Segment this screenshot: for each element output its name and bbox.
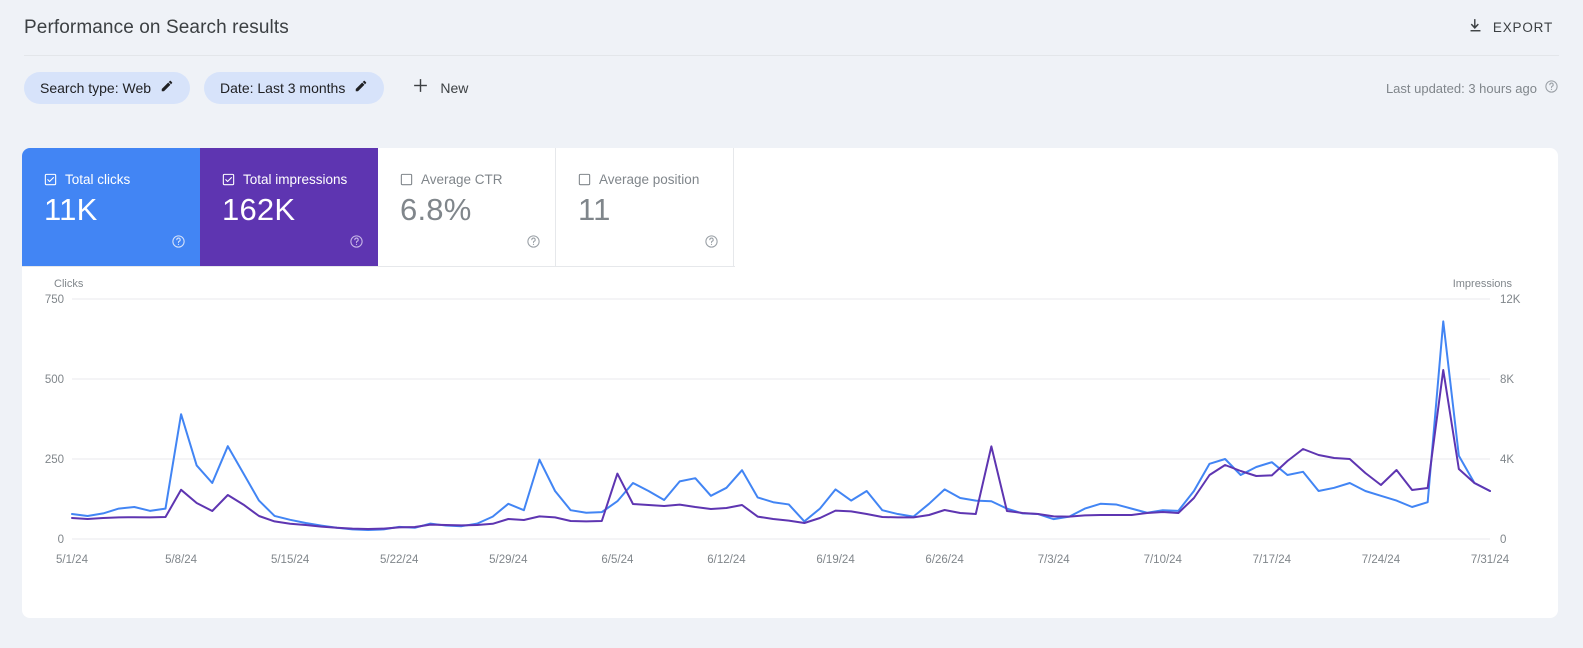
metric-tile-average-position[interactable]: Average position 11: [556, 148, 734, 266]
performance-page: Performance on Search results EXPORT Sea…: [0, 0, 1583, 648]
chart-svg: Clicks Impressions 0 0 250 4K 500 8K 750 12K 5/1/2…: [45, 278, 1521, 566]
pencil-icon[interactable]: [160, 79, 174, 98]
plus-icon: [412, 77, 429, 99]
filter-chip-search-type[interactable]: Search type: Web: [24, 72, 191, 104]
svg-text:0: 0: [58, 534, 64, 546]
svg-text:5/8/24: 5/8/24: [165, 554, 198, 566]
filter-bar: Search type: Web Date: Last 3 months New…: [0, 55, 1583, 121]
svg-text:5/29/24: 5/29/24: [489, 554, 528, 566]
metric-value: 11: [578, 192, 611, 227]
svg-text:250: 250: [45, 454, 64, 466]
svg-text:6/26/24: 6/26/24: [925, 554, 964, 566]
svg-text:6/19/24: 6/19/24: [816, 554, 855, 566]
help-icon[interactable]: [704, 234, 719, 254]
metric-label: Total impressions: [243, 172, 348, 187]
metric-value: 162K: [222, 192, 296, 227]
metric-label: Average CTR: [421, 172, 503, 187]
performance-chart[interactable]: Clicks Impressions 0 0 250 4K 500 8K 750 12K 5/1/2…: [22, 267, 1558, 619]
svg-text:7/17/24: 7/17/24: [1253, 554, 1292, 566]
metric-header: Total clicks: [44, 172, 184, 187]
svg-text:7/31/24: 7/31/24: [1471, 554, 1510, 566]
checkbox-unchecked[interactable]: [578, 173, 591, 186]
svg-text:5/15/24: 5/15/24: [271, 554, 310, 566]
metric-value: 11K: [44, 192, 98, 227]
export-label: EXPORT: [1492, 20, 1553, 35]
help-icon[interactable]: [171, 234, 186, 254]
performance-card: Total clicks 11K Total impressions 162K …: [22, 148, 1558, 618]
help-icon[interactable]: [349, 234, 364, 254]
metric-header: Total impressions: [222, 172, 362, 187]
last-updated-label: Last updated: 3 hours ago: [1385, 80, 1537, 96]
header-divider: [24, 55, 1559, 56]
svg-text:6/5/24: 6/5/24: [601, 554, 634, 566]
export-button[interactable]: EXPORT: [1461, 13, 1559, 43]
page-header: Performance on Search results EXPORT: [0, 0, 1583, 55]
checkbox-checked[interactable]: [222, 173, 235, 186]
filter-chip-label: Search type: Web: [40, 80, 152, 96]
metric-label: Total clicks: [65, 172, 131, 187]
svg-text:500: 500: [45, 374, 64, 386]
svg-text:5/1/24: 5/1/24: [56, 554, 89, 566]
filter-chip-date[interactable]: Date: Last 3 months: [204, 72, 385, 104]
help-icon[interactable]: [526, 234, 541, 254]
last-updated: Last updated: 3 hours ago: [1386, 79, 1559, 97]
filter-chip-label: Date: Last 3 months: [220, 80, 346, 96]
metric-tile-average-ctr[interactable]: Average CTR 6.8%: [378, 148, 556, 266]
help-icon[interactable]: [1544, 79, 1559, 97]
new-filter-label: New: [440, 80, 469, 96]
checkbox-checked[interactable]: [44, 173, 57, 186]
metric-tile-total-clicks[interactable]: Total clicks 11K: [22, 148, 200, 266]
metric-label: Average position: [599, 172, 700, 187]
svg-text:6/12/24: 6/12/24: [707, 554, 746, 566]
svg-text:0: 0: [1500, 534, 1506, 546]
metric-header: Average position: [578, 172, 717, 187]
svg-text:Impressions: Impressions: [1453, 278, 1513, 290]
metric-value: 6.8%: [400, 192, 472, 227]
svg-text:8K: 8K: [1500, 374, 1514, 386]
metric-header: Average CTR: [400, 172, 539, 187]
svg-text:7/10/24: 7/10/24: [1144, 554, 1183, 566]
svg-text:7/24/24: 7/24/24: [1362, 554, 1401, 566]
page-title: Performance on Search results: [24, 16, 289, 38]
svg-text:5/22/24: 5/22/24: [380, 554, 419, 566]
new-filter-button[interactable]: New: [404, 73, 476, 103]
checkbox-unchecked[interactable]: [400, 173, 413, 186]
metric-tile-total-impressions[interactable]: Total impressions 162K: [200, 148, 378, 266]
pencil-icon[interactable]: [354, 79, 368, 98]
svg-text:Clicks: Clicks: [54, 278, 84, 290]
download-icon: [1467, 17, 1484, 39]
metric-tiles: Total clicks 11K Total impressions 162K …: [22, 148, 735, 267]
svg-text:12K: 12K: [1500, 294, 1521, 306]
svg-text:7/3/24: 7/3/24: [1038, 554, 1071, 566]
svg-text:4K: 4K: [1500, 454, 1514, 466]
svg-text:750: 750: [45, 294, 64, 306]
